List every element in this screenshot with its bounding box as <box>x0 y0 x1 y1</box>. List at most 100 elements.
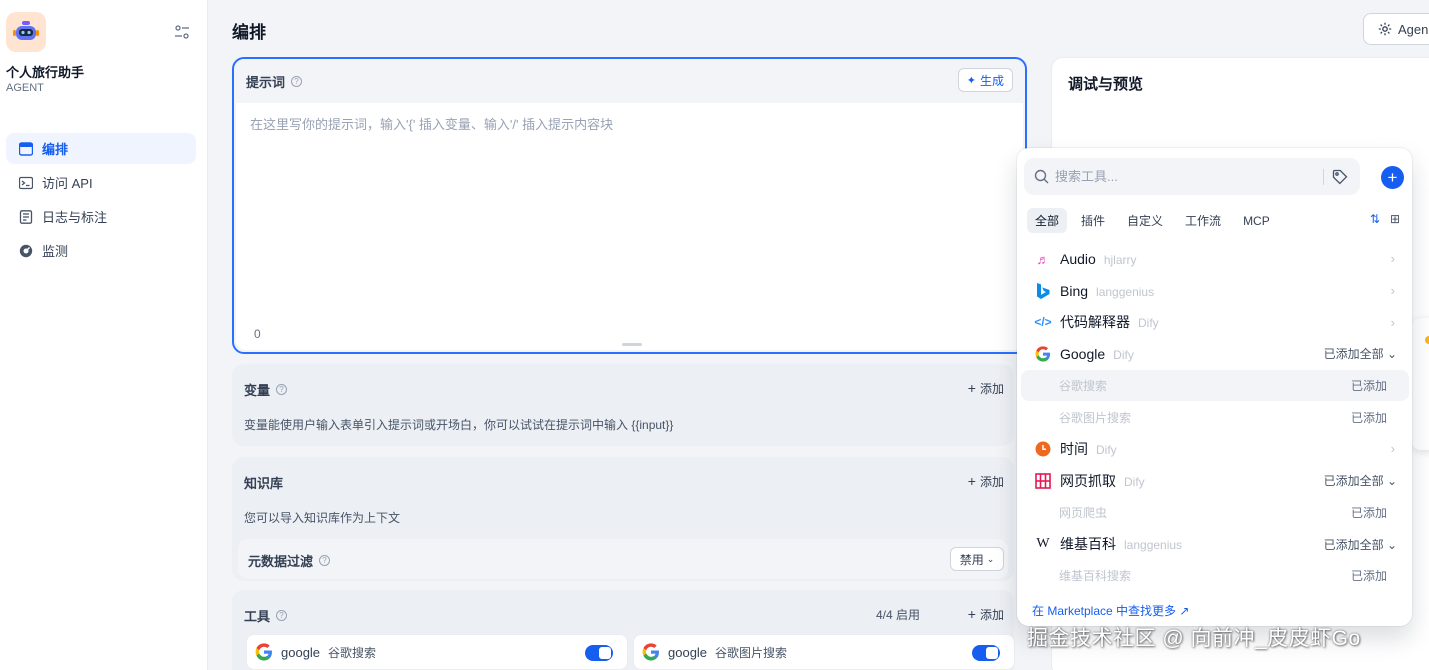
knowledge-title: 知识库 <box>244 476 284 491</box>
sidebar-item-label: 编排 <box>42 142 69 157</box>
tool-name: 谷歌图片搜索 <box>1059 410 1132 425</box>
tool-status: 已添加 <box>1350 379 1387 394</box>
metadata-filter-label: 元数据过滤 <box>248 554 314 569</box>
app-settings-icon[interactable] <box>174 24 192 40</box>
tab-custom[interactable]: 自定义 <box>1119 208 1171 233</box>
tool-search-input[interactable] <box>1055 169 1315 184</box>
tool-card[interactable]: google 谷歌搜索 <box>246 634 628 670</box>
bing-icon <box>1034 282 1052 300</box>
provider-row-webscraper[interactable]: 网页抓取 Dify 已添加全部 ⌄ <box>1021 465 1409 497</box>
chevron-down-icon: ⌄ <box>1383 537 1397 552</box>
variables-title-wrap: 变量 ? <box>244 380 288 399</box>
tool-provider-list: ♬ Audio hjlarry › Bing langgenius › </> 代码… <box>1021 243 1409 592</box>
help-icon[interactable]: ? <box>276 610 288 621</box>
code-icon: </> <box>1034 315 1052 330</box>
metadata-filter-row: 元数据过滤 ? 禁用 ⌄ <box>238 539 1008 579</box>
metadata-filter-select[interactable]: 禁用 ⌄ <box>950 547 1004 571</box>
google-icon <box>1034 345 1052 363</box>
tab-plugins[interactable]: 插件 <box>1073 208 1113 233</box>
sidebar-item-label: 访问 API <box>42 176 93 191</box>
google-icon <box>642 643 659 661</box>
add-knowledge-button[interactable]: + 添加 <box>968 473 1004 490</box>
generate-button[interactable]: ✦ 生成 <box>957 68 1013 92</box>
agent-settings-button[interactable]: Agen <box>1363 13 1429 45</box>
tool-category-tabs: 全部 插件 自定义 工作流 MCP <box>1027 208 1284 233</box>
provider-author: Dify <box>1124 474 1145 489</box>
tool-row-google-image-search[interactable]: 谷歌图片搜索 已添加 <box>1021 401 1409 433</box>
side-tip-card[interactable] <box>1411 318 1429 450</box>
add-variable-button[interactable]: + 添加 <box>968 380 1004 397</box>
search-icon <box>1034 169 1049 184</box>
terminal-icon <box>18 175 34 191</box>
add-tool-circle-button[interactable]: + <box>1381 166 1404 189</box>
tools-title-wrap: 工具 ? <box>244 606 288 625</box>
variables-title: 变量 <box>244 383 271 398</box>
provider-row-code-interpreter[interactable]: </> 代码解释器 Dify › <box>1021 306 1409 338</box>
provider-author: Dify <box>1096 442 1117 457</box>
tab-mcp[interactable]: MCP <box>1235 208 1278 233</box>
tool-row-wikipedia-search[interactable]: 维基百科搜索 已添加 <box>1021 560 1409 592</box>
tool-row-web-crawler[interactable]: 网页爬虫 已添加 <box>1021 497 1409 529</box>
plus-icon: + <box>967 380 976 396</box>
provider-row-google[interactable]: Google Dify 已添加全部 ⌄ <box>1021 338 1409 370</box>
debug-title: 调试与预览 <box>1068 76 1144 93</box>
app-robot-icon <box>6 12 46 52</box>
audio-icon: ♬ <box>1036 251 1050 267</box>
prompt-editor[interactable]: 在这里写你的提示词，输入'{' 插入变量、输入'/' 插入提示内容块 0 <box>236 103 1023 350</box>
tool-toggle[interactable] <box>585 645 613 661</box>
provider-name: Bing <box>1060 282 1089 299</box>
tab-all[interactable]: 全部 <box>1027 208 1068 233</box>
prompt-title: 提示词 <box>246 74 286 90</box>
provider-name: 代码解释器 <box>1060 314 1130 331</box>
resize-handle[interactable] <box>622 343 642 346</box>
tool-card[interactable]: google 谷歌图片搜索 <box>633 634 1015 670</box>
app-type: AGENT <box>6 82 44 94</box>
provider-author: langgenius <box>1096 284 1155 299</box>
provider-row-bing[interactable]: Bing langgenius › <box>1021 275 1409 307</box>
help-icon[interactable]: ? <box>319 555 331 566</box>
tool-provider: google <box>668 644 708 660</box>
google-icon <box>255 643 272 661</box>
tool-toggle[interactable] <box>972 645 1000 661</box>
provider-row-wikipedia[interactable]: W 维基百科 langgenius 已添加全部 ⌄ <box>1021 528 1409 560</box>
provider-name: 时间 <box>1060 440 1088 457</box>
tool-name: 维基百科搜索 <box>1059 569 1132 584</box>
provider-name: Audio <box>1060 250 1096 267</box>
metadata-filter-title-wrap: 元数据过滤 ? <box>248 551 331 570</box>
sidebar-item-orchestrate[interactable]: 编排 <box>6 133 196 164</box>
tree-view-icon[interactable]: ⊞ <box>1390 212 1400 226</box>
view-options: ⇅ ⊞ <box>1360 212 1400 226</box>
page-title: 编排 <box>232 23 266 42</box>
divider <box>1323 169 1324 185</box>
provider-row-audio[interactable]: ♬ Audio hjlarry › <box>1021 243 1409 275</box>
tag-icon[interactable] <box>1332 169 1348 185</box>
prompt-panel: 提示词 ? ✦ 生成 在这里写你的提示词，输入'{' 插入变量、输入'/' 插入… <box>232 57 1027 354</box>
chevron-right-icon: › <box>1390 441 1395 457</box>
knowledge-section: 知识库 + 添加 您可以导入知识库作为上下文 元数据过滤 ? 禁用 ⌄ <box>232 457 1014 581</box>
webscraper-icon <box>1034 472 1052 490</box>
help-icon[interactable]: ? <box>291 75 303 87</box>
provider-author: Dify <box>1113 347 1134 362</box>
tip-dot-icon <box>1425 336 1429 344</box>
tab-workflow[interactable]: 工作流 <box>1177 208 1229 233</box>
sidebar-item-label: 监测 <box>42 244 69 259</box>
sidebar-item-api[interactable]: 访问 API <box>6 167 196 198</box>
provider-name: Google <box>1060 345 1106 362</box>
tools-title: 工具 <box>244 609 271 624</box>
marketplace-link[interactable]: 在 Marketplace 中查找更多 ↗ <box>1032 602 1189 619</box>
tool-name: 谷歌搜索 <box>1059 379 1108 394</box>
plus-icon: + <box>967 473 976 489</box>
tool-name: 谷歌图片搜索 <box>715 645 788 660</box>
tool-row-google-search[interactable]: 谷歌搜索 已添加 <box>1021 369 1409 402</box>
gear-icon <box>1378 22 1392 36</box>
help-icon[interactable]: ? <box>276 384 288 395</box>
sidebar-item-logs[interactable]: 日志与标注 <box>6 201 196 232</box>
provider-status: 已添加全部 <box>1323 537 1384 552</box>
provider-row-time[interactable]: 时间 Dify › <box>1021 433 1409 465</box>
sidebar-item-monitor[interactable]: 监测 <box>6 235 196 266</box>
add-tool-button[interactable]: + 添加 <box>968 606 1004 623</box>
provider-name: 网页抓取 <box>1060 472 1116 489</box>
sort-icon[interactable]: ⇅ <box>1370 212 1380 226</box>
chevron-down-icon: ⌄ <box>1383 347 1397 362</box>
add-label: 添加 <box>979 608 1004 622</box>
